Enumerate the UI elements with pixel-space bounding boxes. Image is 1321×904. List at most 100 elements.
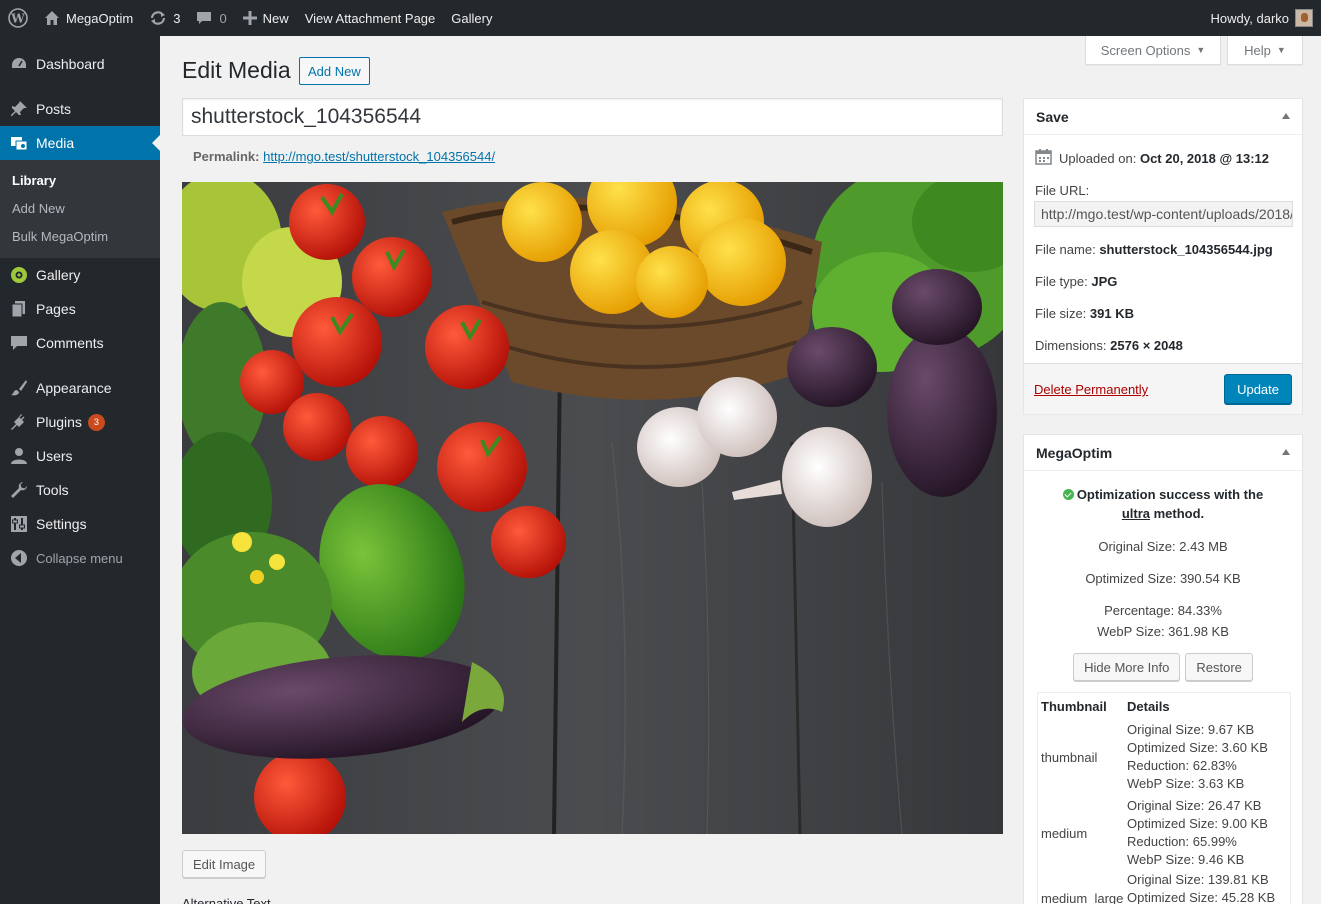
plug-icon [10,413,28,431]
file-type-row: File type: JPG [1035,274,1117,289]
megaoptim-actions: Hide More Info Restore [1024,653,1302,681]
menu-gallery[interactable]: Gallery [0,258,160,292]
permalink-url[interactable]: http://mgo.test/shutterstock_104356544/ [263,149,495,164]
page-title: Edit Media [182,57,291,83]
menu-label: Plugins [36,414,82,430]
file-url-field[interactable]: http://mgo.test/wp-content/uploads/2018/… [1034,201,1293,227]
menu-users[interactable]: Users [0,439,160,473]
menu-label: Comments [36,335,104,351]
submenu-bulk-megaoptim[interactable]: Bulk MegaOptim [0,222,160,250]
detail-line: Original Size: 139.81 KB [1127,872,1269,887]
success-check-icon [1062,489,1074,500]
wordpress-logo-icon[interactable]: W [0,0,36,36]
wrench-icon [10,481,28,499]
menu-label: Posts [36,101,72,117]
save-actions: Delete Permanently Update [1024,363,1302,414]
screen-options-button[interactable]: Screen Options ▼ [1085,36,1221,65]
thumbnails-table: Thumbnail Details thumbnail Original Siz… [1037,692,1291,904]
media-title-input[interactable]: shutterstock_104356544 [182,98,1003,136]
menu-dashboard[interactable]: Dashboard [0,47,160,81]
table-row: medium_large Original Size: 139.81 KB Op… [1038,871,1290,904]
updates-count: 3 [173,10,181,26]
site-name: MegaOptim [66,10,134,26]
hide-more-info-button[interactable]: Hide More Info [1073,653,1181,681]
save-box-title: Save [1036,108,1069,125]
megaoptim-postbox: MegaOptim Optimization success with the … [1023,434,1303,904]
collapse-arrow-icon[interactable] [1282,449,1290,455]
menu-label: Tools [36,482,69,498]
update-button[interactable]: Update [1224,374,1292,404]
pin-icon [10,100,28,118]
add-new-button[interactable]: Add New [299,57,370,85]
dimensions-label: Dimensions: [1035,338,1107,353]
menu-settings[interactable]: Settings [0,507,160,541]
menu-label: Dashboard [36,56,105,72]
menu-appearance[interactable]: Appearance [0,371,160,405]
plus-icon [242,11,257,25]
media-preview-image [182,182,1003,834]
webp-size: WebP Size: 361.98 KB [1097,624,1229,639]
admin-bar: W MegaOptim 3 0 New View Attachment Page… [0,0,1321,36]
thumb-name: medium [1041,825,1088,841]
comments-count: 0 [219,10,227,26]
percentage: Percentage: 84.33% [1104,603,1222,618]
table-row: thumbnail Original Size: 9.67 KB Optimiz… [1038,719,1290,795]
thumb-details: Original Size: 139.81 KB Optimized Size:… [1127,871,1275,904]
save-postbox: Save Uploaded on: Oct 20, 2018 @ 13:12 F… [1023,98,1303,414]
comment-icon [10,334,28,352]
submenu-library[interactable]: Library [0,166,160,194]
help-label: Help [1244,42,1271,58]
new-content-link[interactable]: New [235,0,297,36]
megaoptim-box-header[interactable]: MegaOptim [1024,435,1302,471]
detail-line: Optimized Size: 3.60 KB [1127,740,1268,755]
save-box-header[interactable]: Save [1024,99,1302,135]
menu-media[interactable]: Media [0,126,160,160]
delete-permanently-link[interactable]: Delete Permanently [1034,382,1148,397]
thumb-name: thumbnail [1041,749,1098,765]
restore-button[interactable]: Restore [1185,653,1253,681]
submenu-add-new[interactable]: Add New [0,194,160,222]
gallery-label: Gallery [451,10,493,26]
gallery-link[interactable]: Gallery [443,0,500,36]
file-type-label: File type: [1035,274,1088,289]
alternative-text-label: Alternative Text [182,896,271,904]
vegetables-photo [182,182,1003,834]
uploaded-label: Uploaded on: [1059,150,1137,166]
my-account-link[interactable]: Howdy, darko [1202,0,1313,36]
megaoptim-box-title: MegaOptim [1036,444,1113,461]
uploaded-value: Oct 20, 2018 @ 13:12 [1139,150,1270,166]
menu-posts[interactable]: Posts [0,92,160,126]
settings-icon [10,515,28,533]
site-name-link[interactable]: MegaOptim [36,0,141,36]
column-header-thumbnail: Thumbnail [1041,698,1107,714]
updates-link[interactable]: 3 [141,0,188,36]
avatar [1295,9,1313,27]
permalink-label: Permalink: [193,149,260,164]
file-size-label: File size: [1035,306,1087,321]
menu-tools[interactable]: Tools [0,473,160,507]
help-button[interactable]: Help ▼ [1227,36,1303,65]
brush-icon [10,379,28,397]
menu-plugins[interactable]: Plugins 3 [0,405,160,439]
success-text-pre: Optimization success with the [1076,487,1264,502]
table-row: medium Original Size: 26.47 KB Optimized… [1038,795,1290,871]
updates-icon [149,10,167,26]
collapse-menu-button[interactable]: Collapse menu [0,541,160,575]
svg-text:W: W [10,12,25,26]
comment-bubble-icon [196,10,212,26]
thumb-details: Original Size: 26.47 KB Optimized Size: … [1127,797,1268,869]
collapse-arrow-icon[interactable] [1282,113,1290,119]
table-header: Thumbnail Details [1038,693,1290,719]
view-attachment-link[interactable]: View Attachment Page [297,0,444,36]
menu-pages[interactable]: Pages [0,292,160,326]
media-submenu: Library Add New Bulk MegaOptim [0,160,160,258]
edit-image-button[interactable]: Edit Image [182,850,267,878]
menu-comments[interactable]: Comments [0,326,160,360]
file-name-row: File name: shutterstock_104356544.jpg [1035,242,1273,257]
detail-line: WebP Size: 9.46 KB [1127,852,1245,867]
menu-label: Media [36,135,75,151]
caret-down-icon: ▼ [1276,45,1286,55]
comments-link[interactable]: 0 [188,0,234,36]
file-name-value: shutterstock_104356544.jpg [1099,242,1273,257]
collapse-label: Collapse menu [36,550,123,566]
